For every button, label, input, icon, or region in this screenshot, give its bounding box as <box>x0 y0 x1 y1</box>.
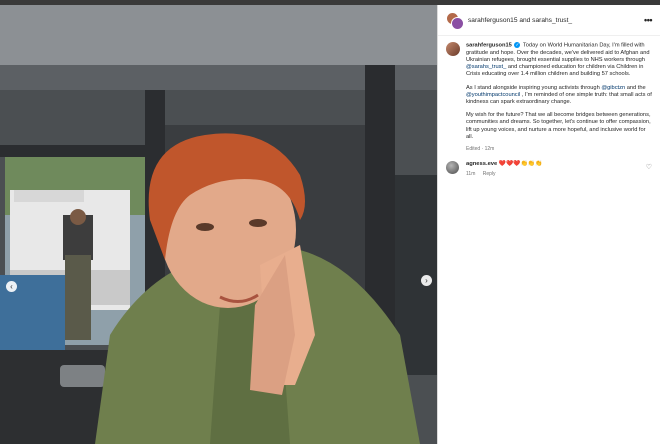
like-comment-heart-icon[interactable]: ♡ <box>646 163 652 171</box>
mention-youthimpactcouncil[interactable]: @youthimpactcouncil <box>466 92 520 98</box>
post-sidebar: sarahferguson15 and sarahs_trust_ ••• sa… <box>437 5 660 444</box>
photo-image <box>0 5 437 444</box>
collab-avatars[interactable] <box>446 12 464 30</box>
author-avatar[interactable] <box>446 42 460 56</box>
mention-sarahs-trust[interactable]: @sarahs_trust_ <box>466 64 506 70</box>
comment-time: 11m <box>466 171 476 178</box>
caption-text-2b: and the <box>626 84 646 91</box>
next-photo-icon[interactable]: › <box>421 275 432 286</box>
commenter-avatar[interactable] <box>446 161 459 175</box>
mention-gibctzn[interactable]: @gibctzn <box>601 85 625 91</box>
comment-username[interactable]: agness.eve <box>466 161 497 167</box>
post-caption: sarahferguson15 ✓ Today on World Humanit… <box>438 36 660 153</box>
comment-item: agness.eve ❤️❤️❤️👏👏👏 11m Reply ♡ <box>438 153 660 177</box>
caption-username[interactable]: sarahferguson15 <box>466 43 512 49</box>
post-photo[interactable]: ‹ › <box>0 5 437 444</box>
caption-text-3: My wish for the future? That we all beco… <box>466 112 651 140</box>
more-options-icon[interactable]: ••• <box>644 15 652 25</box>
reply-button[interactable]: Reply <box>483 171 496 177</box>
post-header: sarahferguson15 and sarahs_trust_ ••• <box>438 5 660 36</box>
comment-text: ❤️❤️❤️👏👏👏 <box>498 161 543 168</box>
prev-photo-icon[interactable]: ‹ <box>6 281 17 292</box>
caption-meta: Edited · 12m <box>466 145 495 152</box>
caption-text-2a: As I stand alongside inspiring young act… <box>466 84 602 91</box>
post-authors[interactable]: sarahferguson15 and sarahs_trust_ <box>468 17 644 24</box>
verified-badge-icon: ✓ <box>514 42 521 48</box>
